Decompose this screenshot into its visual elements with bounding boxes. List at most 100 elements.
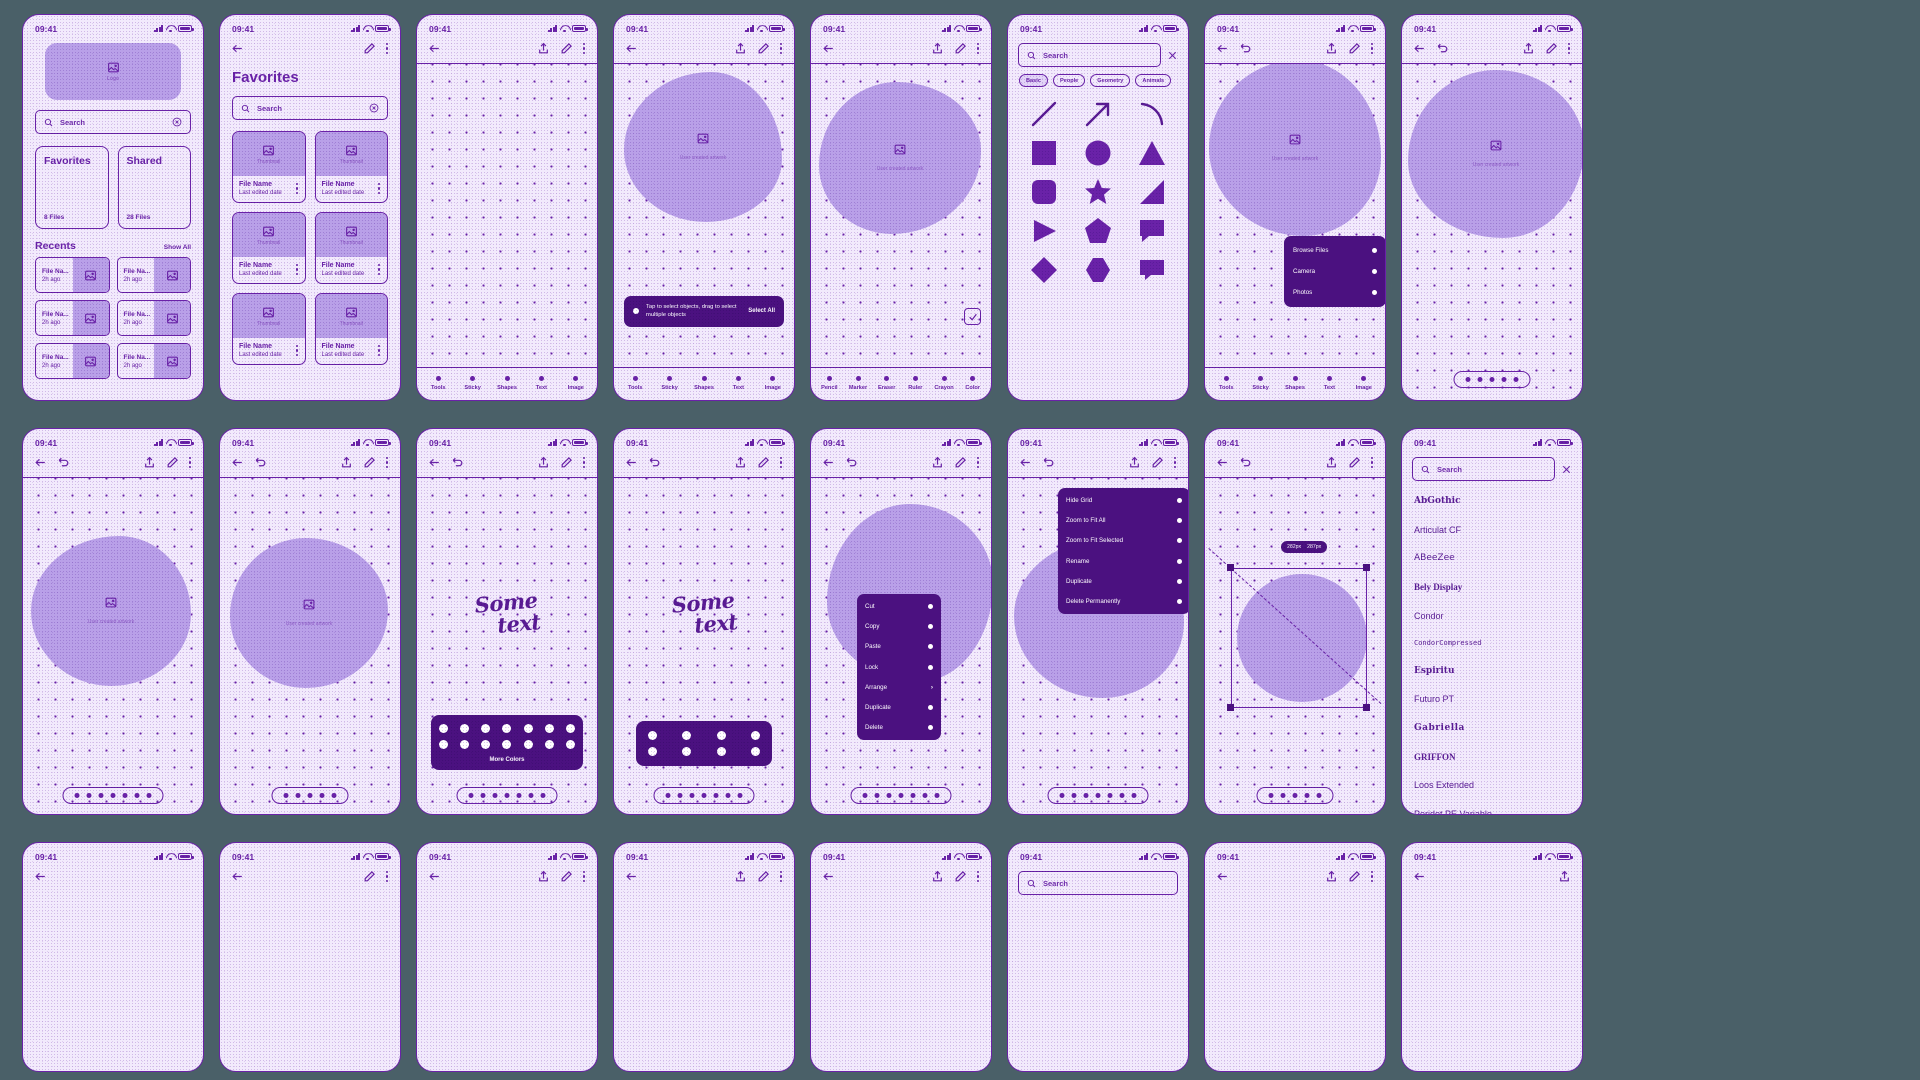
back-arrow-icon[interactable] (822, 870, 835, 883)
screen-overflow-menu[interactable]: 09:41 Hide Grid Zoom to Fit All Zoom to … (1007, 428, 1189, 815)
edit-pencil-icon[interactable] (1545, 42, 1558, 55)
canvas-area[interactable]: User created artwork (1402, 64, 1582, 400)
screen-context-menu[interactable]: 09:41 Cut Copy Paste Lock Arrange › Dupl… (810, 428, 992, 815)
list-item[interactable]: File Na... 2h ago (116, 257, 191, 293)
screen-shapes-picker[interactable]: 09:41 Search Basic People Geometry Anima… (1007, 14, 1189, 401)
font-item[interactable]: Gabriella (1414, 714, 1570, 743)
color-palette[interactable]: More Colors (431, 715, 583, 770)
font-item[interactable]: Peridot PE Variable (1414, 800, 1570, 814)
file-tile[interactable]: Thumbnail File Name Last edited date (314, 212, 388, 284)
card-shared[interactable]: Shared 28 Files (117, 146, 191, 229)
shape-search-input[interactable]: Search (1018, 43, 1161, 67)
color-swatch[interactable] (502, 740, 512, 749)
back-arrow-icon[interactable] (34, 870, 47, 883)
canvas-area[interactable] (417, 64, 597, 367)
search-input[interactable]: Search (35, 110, 191, 134)
canvas-area[interactable]: Cut Copy Paste Lock Arrange › Duplicate D… (811, 478, 991, 814)
back-arrow-icon[interactable] (1216, 870, 1229, 883)
canvas-area[interactable]: Hide Grid Zoom to Fit All Zoom to Fit Se… (1008, 478, 1188, 814)
overflow-menu-icon[interactable] (378, 182, 381, 195)
circle-shape[interactable] (1081, 136, 1115, 170)
color-swatch[interactable] (565, 724, 575, 733)
resize-handle-br[interactable] (1363, 704, 1370, 712)
back-arrow-icon[interactable] (34, 456, 47, 469)
tab-tools[interactable]: Tools (421, 376, 455, 391)
page-indicator[interactable] (1047, 787, 1149, 804)
share-icon[interactable] (1128, 456, 1141, 469)
select-all-button[interactable]: Select All (748, 308, 775, 314)
overflow-menu-icon[interactable] (295, 182, 299, 195)
font-item[interactable]: GRIFFON (1414, 742, 1570, 771)
canvas-area[interactable]: User created artwork (220, 478, 400, 814)
screen-image-menu[interactable]: 09:41 User created artwork Browse Files … (1204, 14, 1386, 401)
tab-text[interactable]: Text (1312, 376, 1346, 391)
canvas-area[interactable]: User created artwork Tap to select objec… (614, 64, 794, 367)
screen-text-palette[interactable]: 09:41 Some text More Colors (416, 428, 598, 815)
back-arrow-icon[interactable] (428, 456, 441, 469)
share-icon[interactable] (931, 456, 944, 469)
edit-pencil-icon[interactable] (560, 42, 573, 55)
overflow-menu-icon[interactable] (780, 42, 783, 55)
font-item[interactable]: Futuro PT (1414, 685, 1570, 714)
diamond-shape[interactable] (1027, 253, 1061, 287)
color-swatch[interactable] (523, 740, 533, 749)
overflow-menu-icon[interactable] (378, 344, 381, 357)
edit-pencil-icon[interactable] (1348, 456, 1361, 469)
back-arrow-icon[interactable] (1216, 456, 1229, 469)
rounded-square-shape[interactable] (1027, 175, 1061, 209)
color-swatch[interactable] (716, 731, 726, 740)
color-swatch[interactable] (544, 740, 554, 749)
share-icon[interactable] (537, 870, 550, 883)
tab-tools[interactable]: Tools (1209, 376, 1243, 391)
back-arrow-icon[interactable] (822, 42, 835, 55)
screen-row3-7[interactable]: 09:41 (1204, 842, 1386, 1072)
menu-item-cut[interactable]: Cut (857, 596, 941, 616)
tab-image[interactable]: Image (756, 376, 790, 391)
edit-pencil-icon[interactable] (1348, 42, 1361, 55)
tab-crayon[interactable]: Crayon (930, 376, 959, 391)
screen-canvas-pens[interactable]: 09:41 User created artwork Pencil Marker… (810, 14, 992, 401)
canvas-area[interactable]: Some text (614, 478, 794, 814)
speech-bubble-shape[interactable] (1135, 214, 1169, 248)
menu-item-photos[interactable]: Photos (1284, 282, 1385, 303)
edit-pencil-icon[interactable] (954, 42, 967, 55)
chip-basic[interactable]: Basic (1019, 74, 1048, 87)
file-tile[interactable]: Thumbnail File Name Last edited date (314, 293, 388, 365)
undo-icon[interactable] (1436, 42, 1449, 55)
artwork-blob[interactable]: User created artwork (819, 82, 981, 235)
page-indicator[interactable] (850, 787, 952, 804)
undo-icon[interactable] (1042, 456, 1055, 469)
canvas-area[interactable]: User created artwork (23, 478, 203, 814)
edit-pencil-icon[interactable] (1348, 870, 1361, 883)
share-icon[interactable] (931, 870, 944, 883)
overflow-menu-icon[interactable] (977, 42, 980, 55)
object-context-menu[interactable]: Cut Copy Paste Lock Arrange › Duplicate D… (857, 594, 941, 740)
font-item[interactable]: Loos Extended (1414, 771, 1570, 800)
back-arrow-icon[interactable] (428, 42, 441, 55)
tab-shapes[interactable]: Shapes (687, 376, 721, 391)
font-item[interactable]: Bely Display (1414, 573, 1570, 602)
arc-shape[interactable] (1135, 97, 1169, 131)
screen-artwork-2[interactable]: 09:41 User created artwork (219, 428, 401, 815)
text-object[interactable]: Some text (614, 585, 794, 645)
color-swatch[interactable] (648, 747, 657, 756)
back-arrow-icon[interactable] (625, 42, 638, 55)
menu-item-delete[interactable]: Delete (857, 718, 941, 738)
undo-icon[interactable] (451, 456, 464, 469)
back-arrow-icon[interactable] (1413, 42, 1426, 55)
menu-item-hide-grid[interactable]: Hide Grid (1058, 490, 1188, 510)
tab-eraser[interactable]: Eraser (872, 376, 901, 391)
edit-pencil-icon[interactable] (363, 870, 376, 883)
canvas-area[interactable]: 282px 287px (1205, 478, 1385, 814)
play-triangle-shape[interactable] (1027, 214, 1061, 248)
clear-icon[interactable] (369, 103, 379, 113)
screen-row3-4[interactable]: 09:41 (613, 842, 795, 1072)
edit-pencil-icon[interactable] (560, 870, 573, 883)
menu-item-arrange[interactable]: Arrange › (857, 677, 941, 697)
color-swatch[interactable] (439, 740, 448, 749)
font-item[interactable]: Condor (1414, 601, 1570, 630)
screen-canvas-empty[interactable]: 09:41 Tools Sticky Shapes Text Image (416, 14, 598, 401)
artwork-blob[interactable]: User created artwork (1209, 64, 1381, 237)
canvas-area[interactable]: Some text More Colors (417, 478, 597, 814)
overflow-menu-icon[interactable] (583, 870, 586, 883)
